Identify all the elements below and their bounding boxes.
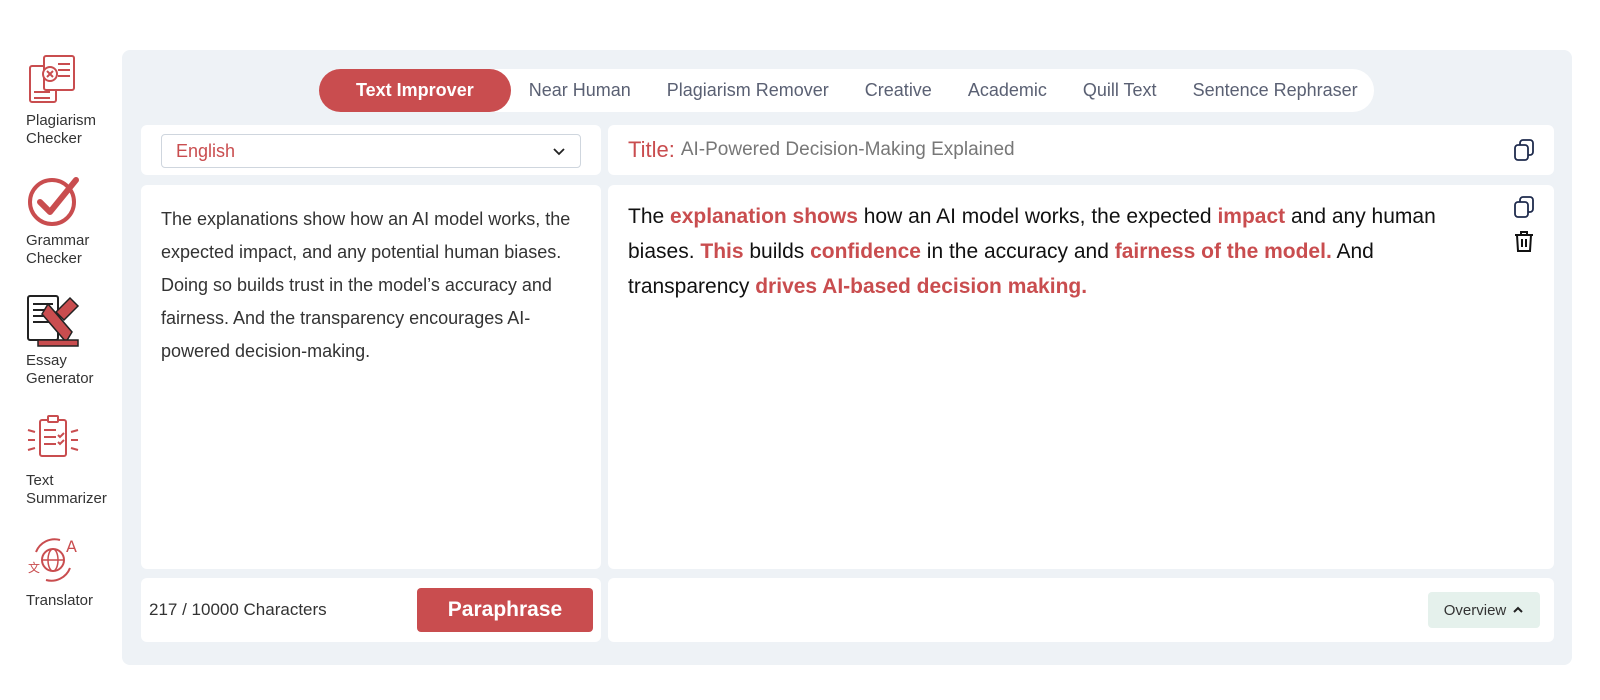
title-label: Title:: [628, 137, 675, 162]
sidebar-item-grammar-checker[interactable]: Grammar Checker: [26, 172, 118, 268]
tab-creative[interactable]: Creative: [847, 69, 950, 112]
language-select[interactable]: English: [161, 134, 581, 168]
language-card: English: [141, 125, 601, 175]
tab-text-improver[interactable]: Text Improver: [319, 69, 511, 112]
sidebar-item-essay-generator[interactable]: Essay Generator: [26, 292, 118, 388]
title-card: Title: AI-Powered Decision-Making Explai…: [608, 125, 1554, 175]
character-count: 217 / 10000 Characters: [149, 600, 327, 619]
sidebar-item-translator[interactable]: A 文 Translator: [26, 532, 118, 610]
changed-phrase[interactable]: This: [700, 240, 743, 263]
changed-phrase[interactable]: confidence: [810, 240, 921, 263]
overview-button[interactable]: Overview: [1428, 592, 1540, 628]
essay-generator-icon: [27, 295, 80, 347]
changed-phrase[interactable]: fairness of the model.: [1115, 240, 1332, 263]
tab-plagiarism-remover[interactable]: Plagiarism Remover: [649, 69, 847, 112]
generated-title: AI-Powered Decision-Making Explained: [680, 139, 1015, 160]
output-segment: in the accuracy and: [920, 240, 1115, 263]
sidebar-item-label: Translator: [26, 592, 93, 609]
sidebar-item-text-summarizer[interactable]: Text Summarizer: [26, 412, 118, 508]
svg-text:A: A: [66, 537, 77, 556]
output-card: The explanation shows how an AI model wo…: [608, 185, 1554, 569]
input-footer: 217 / 10000 Characters Paraphrase: [141, 578, 601, 642]
svg-text:文: 文: [28, 560, 40, 575]
chevron-up-icon: [1513, 606, 1523, 613]
output-segment: how an AI model works, the expected: [857, 205, 1218, 228]
output-actions: [1512, 195, 1536, 263]
paraphrase-button[interactable]: Paraphrase: [417, 588, 593, 632]
output-segment: builds: [743, 240, 811, 263]
language-selected: English: [176, 140, 236, 161]
tab-near-human[interactable]: Near Human: [511, 69, 649, 112]
input-card: The explanations show how an AI model wo…: [141, 185, 601, 569]
translator-icon: A 文: [28, 537, 77, 582]
sidebar-item-plagiarism-checker[interactable]: Plagiarism Checker: [26, 52, 118, 148]
changed-phrase[interactable]: impact: [1217, 205, 1285, 228]
overview-label: Overview: [1443, 601, 1507, 619]
sidebar-item-label: Essay Generator: [26, 352, 94, 387]
input-textarea[interactable]: The explanations show how an AI model wo…: [161, 203, 581, 368]
sidebar-item-label: Plagiarism Checker: [26, 112, 97, 147]
output-footer: Overview: [608, 578, 1554, 642]
changed-phrase[interactable]: explanation shows: [670, 205, 858, 228]
text-summarizer-icon: [27, 415, 79, 457]
copy-output-icon[interactable]: [1512, 195, 1536, 219]
copy-title-icon[interactable]: [1512, 138, 1536, 162]
output-segment: The: [628, 205, 671, 228]
mode-tabs: Text Improver Near Human Plagiarism Remo…: [319, 69, 1374, 112]
tab-academic[interactable]: Academic: [950, 69, 1065, 112]
plagiarism-checker-icon: [29, 55, 75, 103]
grammar-checker-icon: [28, 177, 79, 226]
changed-phrase[interactable]: drives AI-based decision making.: [755, 275, 1087, 298]
tab-quill-text[interactable]: Quill Text: [1065, 69, 1175, 112]
sidebar-item-label: Text Summarizer: [26, 472, 107, 507]
trash-icon[interactable]: [1512, 229, 1536, 253]
chevron-down-icon: [553, 148, 565, 156]
sidebar-item-label: Grammar Checker: [26, 232, 90, 267]
output-text: The explanation shows how an AI model wo…: [628, 199, 1494, 304]
paraphraser-panel: Text Improver Near Human Plagiarism Remo…: [122, 50, 1572, 665]
tab-sentence-rephraser[interactable]: Sentence Rephraser: [1175, 69, 1376, 112]
